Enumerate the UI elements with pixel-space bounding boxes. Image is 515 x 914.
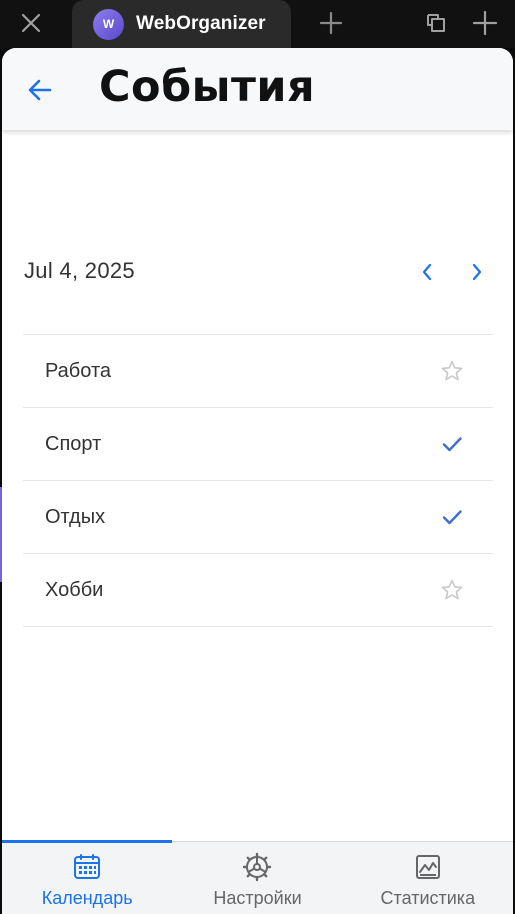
date-navigator: Jul 4, 2025 [24,254,492,290]
check-icon [442,510,462,525]
event-label: Отдых [45,506,106,528]
settings-icon [242,852,272,882]
star-outline-icon [441,579,463,600]
event-item-work[interactable]: Работа [23,335,493,408]
tab-title: WebOrganizer [136,13,266,34]
collapse-window-button[interactable] [465,4,505,42]
plus-icon [319,11,343,35]
new-tab-button[interactable] [312,4,350,42]
nav-label: Настройки [213,888,302,908]
previous-day-button[interactable] [412,256,442,288]
next-day-button[interactable] [462,256,492,288]
event-item-rest[interactable]: Отдых [23,481,493,554]
close-icon [21,13,41,33]
page-title: События [99,62,316,112]
calendar-icon [72,852,102,882]
favorite-toggle[interactable] [436,353,468,389]
done-toggle[interactable] [436,499,468,535]
nav-tab-settings[interactable]: Настройки [172,842,342,914]
chart-icon [413,852,443,882]
back-button[interactable] [22,72,58,108]
event-label: Спорт [45,433,102,455]
collapse-icon [472,10,498,36]
browser-tab[interactable]: W WebOrganizer [72,0,291,48]
event-label: Работа [45,360,111,382]
nav-label: Календарь [41,888,133,908]
event-list: Работа Спорт Отдых Хобби [23,334,493,627]
app-window: События Jul 4, 2025 Работа Спорт Отдых Х… [2,48,513,914]
chevron-right-icon [472,263,482,281]
done-toggle[interactable] [436,426,468,462]
event-item-sport[interactable]: Спорт [23,408,493,481]
check-icon [442,437,462,452]
nav-tab-calendar[interactable]: Календарь [2,840,173,914]
browser-tab-bar: W WebOrganizer [0,0,515,48]
screen: W WebOrganizer События Jul 4, 2025 Работ… [0,0,515,914]
event-label: Хобби [45,579,104,601]
restore-icon [427,14,445,32]
app-favicon: W [93,8,124,40]
arrow-left-icon [28,79,52,101]
close-window-button[interactable] [11,4,51,42]
nav-label: Статистика [380,888,476,908]
current-date: Jul 4, 2025 [24,258,135,283]
star-outline-icon [441,360,463,381]
favorite-toggle[interactable] [436,572,468,608]
bottom-navigation: Календарь Настройки Статистика [2,840,513,914]
chevron-left-icon [422,263,432,281]
app-header: События [2,48,513,130]
nav-tab-statistics[interactable]: Статистика [343,842,513,914]
event-item-hobby[interactable]: Хобби [23,554,493,627]
restore-window-button[interactable] [417,4,455,42]
